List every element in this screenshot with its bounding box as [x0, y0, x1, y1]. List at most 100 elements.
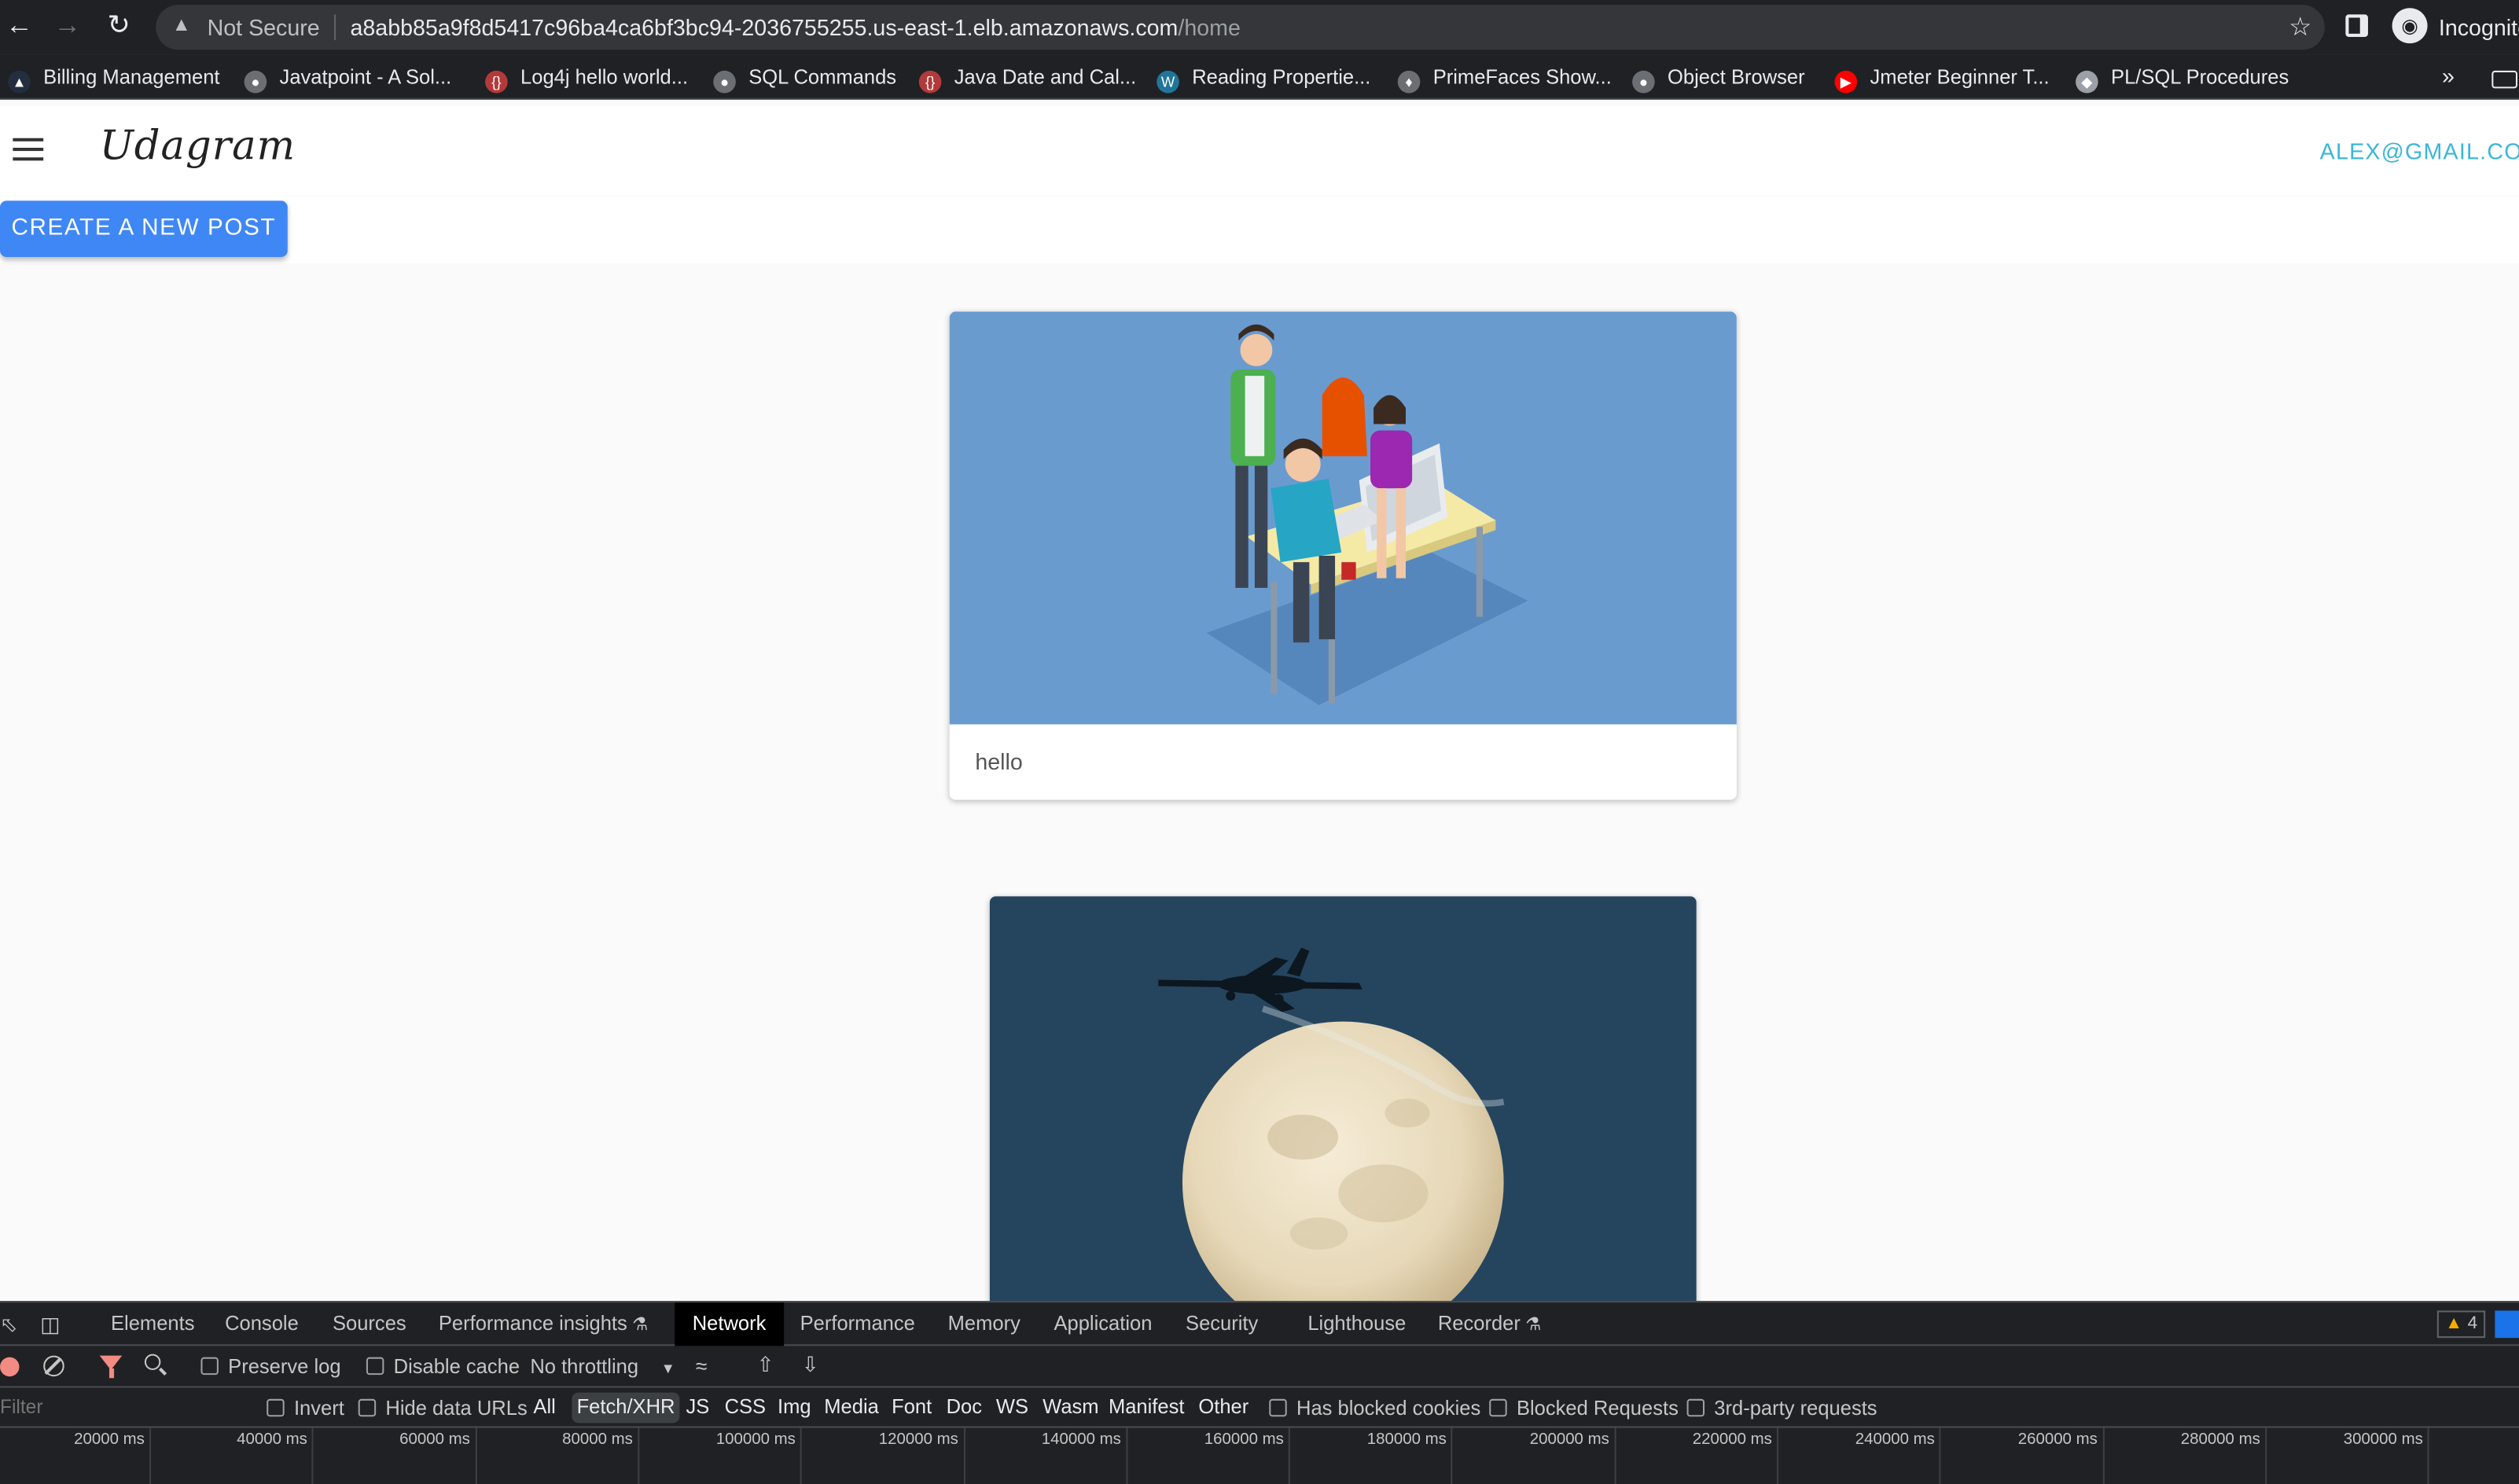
- network-toolbar: Preserve log Disable cache No throttling…: [0, 1346, 2519, 1388]
- tab-performance-insights[interactable]: Performance insights ⚗: [439, 1302, 648, 1346]
- bookmark-item[interactable]: ● Javatpoint - A Sol...: [244, 64, 451, 94]
- brand-logo[interactable]: Udagram: [100, 122, 296, 168]
- blocked-requests-checkbox[interactable]: Blocked Requests: [1489, 1398, 1679, 1420]
- type-filter-other[interactable]: Other: [1193, 1393, 1253, 1423]
- blocked-cookies-checkbox[interactable]: Has blocked cookies: [1269, 1398, 1480, 1420]
- throttling-select[interactable]: No throttling ▼: [530, 1356, 675, 1379]
- type-filter-font[interactable]: Font: [887, 1393, 936, 1423]
- bookmark-label: Log4j hello world...: [520, 65, 689, 89]
- bookmark-item[interactable]: ● SQL Commands: [713, 64, 897, 94]
- disable-cache-label: Disable cache: [393, 1355, 520, 1379]
- bookmark-item[interactable]: ● Object Browser: [1632, 64, 1805, 94]
- type-filter-all[interactable]: All: [528, 1393, 561, 1423]
- user-email-link[interactable]: ALEX@GMAIL.CO: [2320, 138, 2519, 164]
- type-filter-css[interactable]: CSS: [719, 1393, 770, 1423]
- import-har-icon[interactable]: ⇧: [756, 1353, 774, 1379]
- tab-recorder[interactable]: Recorder ⚗: [1438, 1302, 1541, 1346]
- timeline-tick: 160000 ms: [1204, 1427, 1291, 1484]
- bookmark-label: SQL Commands: [748, 65, 897, 89]
- post-image: [949, 311, 1737, 725]
- checkbox-icon: [1269, 1398, 1287, 1417]
- side-panel-icon[interactable]: [2345, 14, 2368, 37]
- type-filter-fetch-xhr[interactable]: Fetch/XHR: [572, 1392, 680, 1423]
- invert-checkbox[interactable]: Invert: [267, 1398, 344, 1420]
- timeline-tick: 100000 ms: [716, 1427, 803, 1484]
- bookmark-item[interactable]: W Reading Propertie...: [1157, 64, 1371, 94]
- timeline-tick: 300000 ms: [2344, 1427, 2430, 1484]
- network-conditions-icon[interactable]: ≈: [696, 1354, 708, 1379]
- tab-elements[interactable]: Elements: [111, 1302, 194, 1346]
- tab-console[interactable]: Console: [225, 1302, 299, 1346]
- timeline-tick: 80000 ms: [562, 1427, 640, 1484]
- record-icon[interactable]: [0, 1357, 20, 1377]
- invert-label: Invert: [293, 1397, 344, 1420]
- filter-input[interactable]: [0, 1392, 249, 1423]
- bookmark-star-icon[interactable]: ☆: [2289, 11, 2311, 43]
- url-text[interactable]: a8abb85a9f8d5417c96ba4ca6bf3bc94-2036755…: [350, 14, 1240, 40]
- bookmark-item[interactable]: {} Java Date and Cal...: [918, 64, 1136, 94]
- warnings-badge[interactable]: ▲ 4: [2436, 1310, 2486, 1339]
- chevron-down-icon: ▼: [660, 1360, 675, 1377]
- hide-data-urls-checkbox[interactable]: Hide data URLs: [358, 1398, 528, 1420]
- bookmark-item[interactable]: {} Log4j hello world...: [485, 64, 689, 94]
- divider: [334, 14, 336, 41]
- type-filter-manifest[interactable]: Manifest: [1104, 1393, 1190, 1423]
- device-toolbar-icon[interactable]: ◫: [40, 1312, 60, 1338]
- hamburger-menu-icon[interactable]: [13, 138, 44, 161]
- tab-lighthouse[interactable]: Lighthouse: [1307, 1302, 1406, 1346]
- more-bookmarks-icon[interactable]: »: [2442, 63, 2455, 89]
- export-har-icon[interactable]: ⇩: [802, 1353, 819, 1379]
- create-post-button[interactable]: CREATE A NEW POST: [0, 200, 288, 257]
- disable-cache-checkbox[interactable]: Disable cache: [366, 1355, 520, 1379]
- type-filter-wasm[interactable]: Wasm: [1038, 1393, 1104, 1423]
- tab-application[interactable]: Application: [1054, 1302, 1152, 1346]
- bracket-icon: {}: [918, 70, 942, 94]
- tab-security[interactable]: Security: [1186, 1302, 1258, 1346]
- incognito-icon[interactable]: ◉: [2392, 8, 2428, 44]
- checkbox-icon: [366, 1357, 384, 1376]
- checkbox-icon: [1686, 1398, 1705, 1417]
- app-header: Udagram ALEX@GMAIL.CO: [0, 105, 2519, 197]
- preserve-log-checkbox[interactable]: Preserve log: [200, 1356, 341, 1378]
- filter-icon[interactable]: [99, 1355, 123, 1379]
- type-filter-doc[interactable]: Doc: [941, 1393, 987, 1423]
- type-filter-ws[interactable]: WS: [991, 1393, 1033, 1423]
- folder-icon[interactable]: [2491, 70, 2518, 89]
- messages-icon[interactable]: [2495, 1310, 2519, 1339]
- bookmark-item[interactable]: ▶ Jmeter Beginner T...: [1834, 64, 2050, 94]
- reload-icon[interactable]: ↻: [101, 8, 137, 43]
- back-icon[interactable]: ←: [2, 8, 37, 43]
- tab-network[interactable]: Network: [675, 1302, 784, 1346]
- checkbox-icon: [200, 1357, 219, 1376]
- post-card: hello: [949, 311, 1737, 800]
- tab-label: Performance: [800, 1312, 915, 1335]
- tab-label: Recorder: [1437, 1312, 1521, 1335]
- network-timeline-overview[interactable]: 20000 ms 40000 ms 60000 ms 80000 ms 100000 m…: [0, 1427, 2519, 1484]
- type-filter-img[interactable]: Img: [773, 1393, 816, 1423]
- address-bar[interactable]: ▲ Not Secure a8abb85a9f8d5417c96ba4ca6bf…: [156, 5, 2325, 50]
- bookmark-item[interactable]: ▲ Billing Management: [8, 64, 220, 94]
- tab-performance[interactable]: Performance: [800, 1302, 915, 1346]
- type-filter-js[interactable]: JS: [681, 1393, 714, 1423]
- security-label[interactable]: Not Secure: [208, 14, 320, 40]
- bookmark-label: Reading Propertie...: [1192, 65, 1371, 89]
- checkbox-icon: [267, 1398, 285, 1417]
- profile-label[interactable]: Incognito: [2439, 14, 2519, 40]
- inspect-element-icon[interactable]: ⬁: [0, 1312, 17, 1338]
- type-filter-media[interactable]: Media: [819, 1393, 884, 1423]
- forward-icon[interactable]: →: [50, 8, 85, 43]
- timeline-tick: 180000 ms: [1367, 1427, 1454, 1484]
- timeline-tick-label: 240000 ms: [1855, 1431, 1935, 1449]
- timeline-tick-label: 20000 ms: [74, 1431, 145, 1449]
- clear-icon[interactable]: [43, 1355, 64, 1377]
- timeline-tick: 120000 ms: [879, 1427, 965, 1484]
- bookmark-label: Object Browser: [1668, 65, 1805, 89]
- tab-memory[interactable]: Memory: [948, 1302, 1020, 1346]
- bookmark-item[interactable]: ♦ PrimeFaces Show...: [1397, 64, 1612, 94]
- bookmark-item[interactable]: ◆ PL/SQL Procedures: [2076, 64, 2289, 94]
- third-party-label: 3rd-party requests: [1714, 1397, 1877, 1420]
- search-icon[interactable]: [144, 1354, 161, 1371]
- timeline-tick-label: 40000 ms: [237, 1431, 307, 1449]
- tab-sources[interactable]: Sources: [333, 1302, 406, 1346]
- third-party-checkbox[interactable]: 3rd-party requests: [1686, 1397, 1877, 1420]
